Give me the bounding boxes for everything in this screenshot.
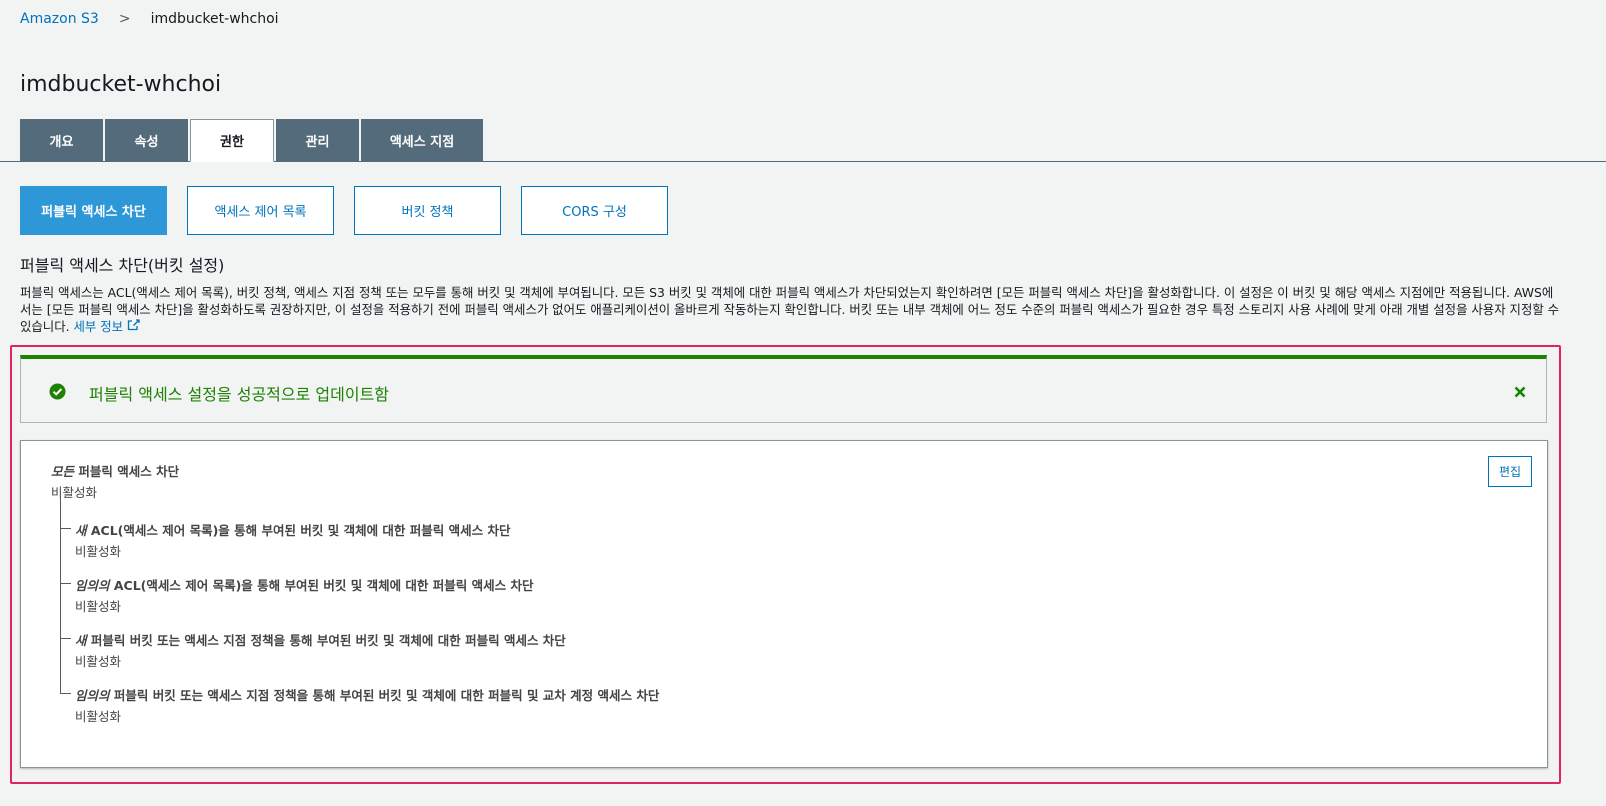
setting-title-text: ACL(액세스 제어 목록)을 통해 부여된 버킷 및 객체에 대한 퍼블릭 액… xyxy=(109,578,534,593)
tab-overview[interactable]: 개요 xyxy=(20,119,103,161)
section-description: 퍼블릭 액세스는 ACL(액세스 제어 목록), 버킷 정책, 액세스 지점 정… xyxy=(20,284,1560,335)
tree-connector xyxy=(60,497,61,693)
setting-new-acl: 새 ACL(액세스 제어 목록)을 통해 부여된 버킷 및 객체에 대한 퍼블릭… xyxy=(60,520,510,560)
setting-title: 새 ACL(액세스 제어 목록)을 통해 부여된 버킷 및 객체에 대한 퍼블릭… xyxy=(75,520,510,539)
tree-branch xyxy=(60,693,71,694)
check-circle-icon xyxy=(49,383,66,404)
subtab-block-public-access[interactable]: 퍼블릭 액세스 차단 xyxy=(20,186,167,235)
permissions-subtabs: 퍼블릭 액세스 차단 액세스 제어 목록 버킷 정책 CORS 구성 xyxy=(20,186,688,235)
setting-title-prefix: 임의의 xyxy=(75,578,110,593)
setting-status: 비활성화 xyxy=(51,485,98,500)
setting-title: 모든 퍼블릭 액세스 차단 xyxy=(51,461,179,480)
breadcrumb: Amazon S3 > imdbucket-whchoi xyxy=(20,11,279,27)
learn-more-label: 세부 정보 xyxy=(73,319,124,334)
setting-status: 비활성화 xyxy=(75,544,122,559)
tab-management[interactable]: 관리 xyxy=(276,119,359,161)
setting-title: 임의의 퍼블릭 버킷 또는 액세스 지점 정책을 통해 부여된 버킷 및 객체에… xyxy=(75,685,659,704)
setting-title-prefix: 임의의 xyxy=(75,688,110,703)
subtab-access-control-list[interactable]: 액세스 제어 목록 xyxy=(187,186,334,235)
page-title: imdbucket-whchoi xyxy=(20,72,222,97)
tab-access-points[interactable]: 액세스 지점 xyxy=(361,119,483,161)
setting-any-policy: 임의의 퍼블릭 버킷 또는 액세스 지점 정책을 통해 부여된 버킷 및 객체에… xyxy=(60,685,659,725)
success-alert: 퍼블릭 액세스 설정을 성공적으로 업데이트함 xyxy=(20,355,1547,423)
public-access-settings-panel: 편집 모든 퍼블릭 액세스 차단 비활성화 새 ACL(액세스 제어 목록)을 … xyxy=(20,440,1548,768)
close-icon[interactable] xyxy=(1514,383,1526,402)
block-all-public-access-setting: 모든 퍼블릭 액세스 차단 비활성화 xyxy=(51,461,179,501)
setting-title-text: 퍼블릭 액세스 차단 xyxy=(74,464,180,479)
edit-button[interactable]: 편집 xyxy=(1488,456,1532,487)
setting-title: 임의의 ACL(액세스 제어 목록)을 통해 부여된 버킷 및 객체에 대한 퍼… xyxy=(75,575,533,594)
breadcrumb-amazon-s3-link[interactable]: Amazon S3 xyxy=(20,11,99,27)
setting-title-prefix: 새 xyxy=(75,633,87,648)
breadcrumb-separator: > xyxy=(118,11,131,27)
tab-bar: 개요 속성 권한 관리 액세스 지점 xyxy=(20,119,485,162)
section-title: 퍼블릭 액세스 차단(버킷 설정) xyxy=(20,256,225,275)
tab-permissions[interactable]: 권한 xyxy=(190,119,274,162)
breadcrumb-current: imdbucket-whchoi xyxy=(150,11,279,27)
setting-title-prefix: 새 xyxy=(75,523,87,538)
setting-status: 비활성화 xyxy=(75,709,122,724)
setting-new-policy: 새 퍼블릭 버킷 또는 액세스 지점 정책을 통해 부여된 버킷 및 객체에 대… xyxy=(60,630,566,670)
learn-more-link[interactable]: 세부 정보 xyxy=(74,319,141,334)
external-link-icon xyxy=(127,318,140,335)
setting-title: 새 퍼블릭 버킷 또는 액세스 지점 정책을 통해 부여된 버킷 및 객체에 대… xyxy=(75,630,566,649)
tree-branch xyxy=(60,638,71,639)
tab-properties[interactable]: 속성 xyxy=(105,119,188,161)
tree-branch xyxy=(60,583,71,584)
tree-branch xyxy=(60,528,71,529)
description-text: 퍼블릭 액세스는 ACL(액세스 제어 목록), 버킷 정책, 액세스 지점 정… xyxy=(20,285,1560,334)
setting-title-prefix: 모든 xyxy=(51,464,75,479)
setting-status: 비활성화 xyxy=(75,599,122,614)
setting-any-acl: 임의의 ACL(액세스 제어 목록)을 통해 부여된 버킷 및 객체에 대한 퍼… xyxy=(60,575,533,615)
setting-title-text: 퍼블릭 버킷 또는 액세스 지점 정책을 통해 부여된 버킷 및 객체에 대한 … xyxy=(86,633,566,648)
subtab-bucket-policy[interactable]: 버킷 정책 xyxy=(354,186,501,235)
setting-title-text: ACL(액세스 제어 목록)을 통해 부여된 버킷 및 객체에 대한 퍼블릭 액… xyxy=(86,523,511,538)
subtab-cors-configuration[interactable]: CORS 구성 xyxy=(521,186,668,235)
setting-status: 비활성화 xyxy=(75,654,122,669)
setting-title-text: 퍼블릭 버킷 또는 액세스 지점 정책을 통해 부여된 버킷 및 객체에 대한 … xyxy=(109,688,660,703)
alert-message: 퍼블릭 액세스 설정을 성공적으로 업데이트함 xyxy=(89,385,390,404)
